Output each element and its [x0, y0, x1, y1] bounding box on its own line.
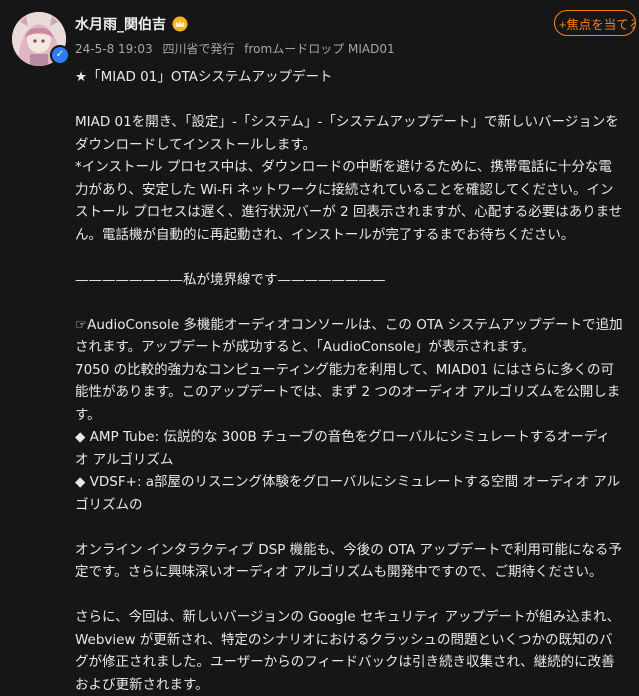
post-meta: 24-5-8 19:03 四川省で発行 fromムードロップ MIAD01 — [75, 40, 401, 57]
post-paragraph-2: *インストール プロセス中は、ダウンロードの中断を避けるために、携帯電話に十分な… — [75, 159, 623, 243]
post-paragraph-6: ◆ VDSF+: a部屋のリスニング体験をグローバルにシミュレートする空間 オー… — [75, 474, 621, 513]
post-divider: ————————私が境界線です———————— — [75, 271, 386, 288]
weibo-post: ✓ 水月雨_関伯吉 24-5-8 19:03 四川省で発行 fromムードロップ… — [0, 0, 639, 693]
post-paragraph-5: ◆ AMP Tube: 伝説的な 300B チューブの音色をグローバルにシミュレ… — [75, 429, 610, 468]
post-paragraph-3: ☞AudioConsole 多機能オーディオコンソールは、この OTA システム… — [75, 316, 623, 356]
user-name[interactable]: 水月雨_関伯吉 — [75, 14, 166, 34]
post-paragraph-8: さらに、今回は、新しいバージョンの Google セキュリティ アップデートが組… — [75, 609, 621, 693]
post-paragraph-7: オンライン インタラクティブ DSP 機能も、今後の OTA アップデートで利用… — [75, 541, 622, 581]
crown-icon — [172, 16, 188, 32]
follow-button[interactable]: +焦点を当てる — [554, 10, 636, 36]
post-paragraph-1: MIAD 01を開き、「設定」-「システム」-「システムアップデート」で新しいバ… — [75, 114, 619, 153]
post-source[interactable]: fromムードロップ MIAD01 — [244, 42, 394, 56]
post-paragraph-4: 7050 の比較的強力なコンピューティング能力を利用して、MIAD01 にはさら… — [75, 361, 621, 423]
post-timestamp[interactable]: 24-5-8 19:03 — [75, 42, 153, 56]
user-header: 水月雨_関伯吉 — [75, 14, 188, 34]
post-title: ★「MIAD 01」OTAシステムアップデート — [75, 69, 333, 85]
post-location: 四川省で発行 — [162, 42, 235, 56]
post-content: ★「MIAD 01」OTAシステムアップデート MIAD 01を開き、「設定」-… — [75, 66, 623, 696]
verified-icon: ✓ — [50, 45, 70, 65]
